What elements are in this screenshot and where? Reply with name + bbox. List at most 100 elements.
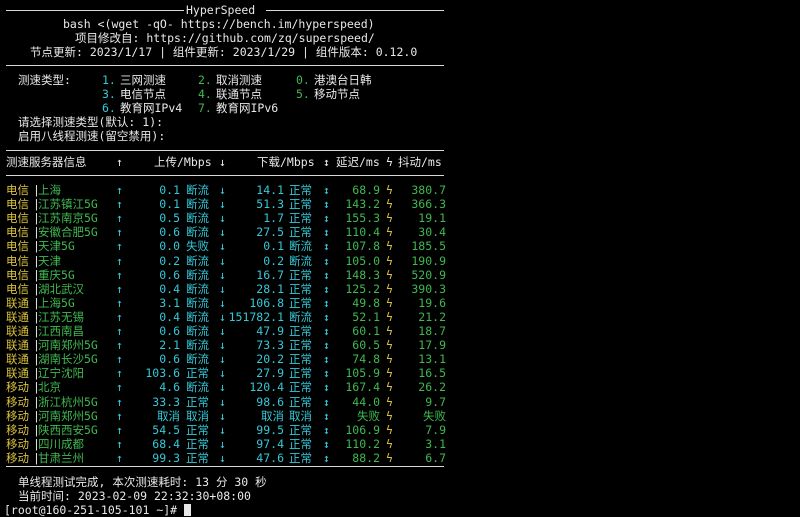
table-row: 电信 | 江苏镇江5G ↑ 0.1 断流 ↓ 51.3 正常 ↕ 143.2 ϟ 366.3 [0, 197, 460, 211]
cell-isp: 电信 [6, 197, 29, 212]
cell-download: 27.5 [256, 225, 284, 240]
cell-latency: 107.8 [345, 239, 380, 254]
cell-latency: 88.2 [352, 450, 380, 465]
latency-icon: ↕ [323, 352, 330, 367]
cell-upload: 4.6 [159, 380, 180, 395]
cell-upload-status: 正常 [186, 450, 209, 465]
cell-latency: 125.2 [345, 281, 380, 296]
cell-upload-status: 断流 [186, 211, 209, 226]
cell-upload-status: 断流 [186, 225, 209, 240]
cell-location: 四川成都 [38, 436, 84, 451]
shell-prompt[interactable]: [root@160-251-105-101 ~]# [4, 503, 192, 517]
cell-location: 湖北武汉 [38, 281, 84, 296]
menu-option-5-num: 5. [296, 87, 310, 101]
table-row: 电信 | 上海 ↑ 0.1 断流 ↓ 14.1 正常 ↕ 68.9 ϟ 380.7 [0, 183, 460, 197]
cell-isp: 移动 [6, 408, 29, 423]
cell-jitter: 190.9 [411, 253, 446, 268]
menu-option-3[interactable]: 电信节点 [120, 87, 166, 101]
cell-jitter: 失败 [423, 408, 446, 423]
cell-upload-status: 断流 [186, 281, 209, 296]
table-row: 联通 | 辽宁沈阳 ↑ 103.6 正常 ↓ 27.9 正常 ↕ 105.9 ϟ 16.5 [0, 366, 460, 380]
jitter-icon: ϟ [386, 408, 393, 423]
menu-option-2[interactable]: 取消测速 [216, 73, 262, 87]
cell-location: 上海5G [38, 295, 75, 310]
cell-download-status: 断流 [289, 239, 312, 254]
cell-download-status: 正常 [289, 324, 312, 338]
cell-upload: 99.3 [152, 450, 180, 465]
cell-upload-status: 断流 [186, 309, 209, 324]
jitter-icon: ϟ [386, 253, 393, 268]
latency-icon: ↕ [323, 338, 330, 353]
menu-option-5[interactable]: 移动节点 [314, 87, 360, 101]
cell-isp: 移动 [6, 394, 29, 409]
cell-upload: 0.1 [159, 183, 180, 197]
jitter-icon: ϟ [386, 422, 393, 437]
cell-location: 江西南昌 [38, 324, 84, 338]
jitter-icon: ϟ [386, 394, 393, 409]
latency-icon: ↕ [323, 197, 330, 212]
menu-option-6[interactable]: 教育网IPv4 [120, 101, 182, 115]
jitter-icon: ϟ [386, 197, 393, 212]
cell-upload: 103.6 [145, 366, 180, 381]
cell-isp: 电信 [6, 281, 29, 296]
cell-isp: 联通 [6, 324, 29, 338]
arrow-down-icon: ↓ [219, 422, 226, 437]
jitter-icon: ϟ [386, 366, 393, 381]
cell-upload: 2.1 [159, 338, 180, 353]
cell-latency: 68.9 [352, 183, 380, 197]
arrow-up-icon: ↑ [116, 338, 123, 353]
jitter-icon: ϟ [386, 380, 393, 395]
footer-current-time: 当前时间: 2023-02-09 22:32:30+08:00 [18, 489, 251, 503]
table-row: 移动 | 甘肃兰州 ↑ 99.3 正常 ↓ 47.6 正常 ↕ 88.2 ϟ 6.7 [0, 451, 460, 465]
cell-latency: 失败 [357, 408, 380, 423]
arrow-up-icon: ↑ [116, 281, 123, 296]
cell-download-status: 正常 [289, 281, 312, 296]
cell-upload-status: 正常 [186, 366, 209, 381]
arrow-down-icon: ↓ [219, 197, 226, 212]
cell-upload-status: 断流 [186, 253, 209, 268]
latency-icon: ↕ [323, 183, 330, 197]
cell-isp: 移动 [6, 450, 29, 465]
cell-isp: 电信 [6, 225, 29, 240]
header-rule-top-right [266, 10, 444, 11]
cell-latency: 148.3 [345, 267, 380, 282]
cell-download: 51.3 [256, 197, 284, 212]
table-row: 电信 | 湖北武汉 ↑ 0.4 断流 ↓ 28.1 正常 ↕ 125.2 ϟ 390.3 [0, 282, 460, 296]
table-row: 电信 | 安徽合肥5G ↑ 0.6 断流 ↓ 27.5 正常 ↕ 110.4 ϟ 30.4 [0, 225, 460, 239]
menu-option-1[interactable]: 三网测速 [120, 73, 166, 87]
cell-download-status: 正常 [289, 352, 312, 367]
cell-download-status: 正常 [289, 394, 312, 409]
table-row: 电信 | 天津5G ↑ 0.0 失败 ↓ 0.1 断流 ↕ 107.8 ϟ 185.5 [0, 239, 460, 253]
arrow-down-icon: ↓ [219, 352, 226, 367]
cell-upload: 0.6 [159, 352, 180, 367]
cell-upload-status: 断流 [186, 197, 209, 212]
menu-option-6-num: 6. [102, 101, 116, 115]
cell-download: 14.1 [256, 183, 284, 197]
cell-location: 安徽合肥5G [38, 225, 98, 240]
cell-location: 江苏南京5G [38, 211, 98, 226]
header-title: HyperSpeed [186, 3, 256, 17]
cell-download: 120.4 [249, 380, 284, 395]
col-download: 下载/Mbps [257, 155, 315, 169]
cell-isp: 联通 [6, 338, 29, 353]
jitter-icon: ϟ [386, 155, 393, 169]
cell-location: 河南郑州5G [38, 338, 98, 353]
cell-download: 28.1 [256, 281, 284, 296]
cell-download-status: 正常 [289, 211, 312, 226]
latency-icon: ↕ [323, 281, 330, 296]
cell-jitter: 18.7 [418, 324, 446, 338]
arrow-up-icon: ↑ [116, 408, 123, 423]
cell-jitter: 6.7 [425, 450, 446, 465]
cell-download: 47.6 [256, 450, 284, 465]
cell-jitter: 13.1 [418, 352, 446, 367]
menu-option-0[interactable]: 港澳台日韩 [314, 73, 372, 87]
cell-download: 取消 [261, 408, 284, 423]
arrow-up-icon: ↑ [116, 324, 123, 338]
menu-option-7[interactable]: 教育网IPv6 [216, 101, 278, 115]
cell-location: 甘肃兰州 [38, 450, 84, 465]
arrow-down-icon: ↓ [219, 239, 226, 254]
jitter-icon: ϟ [386, 211, 393, 226]
menu-option-4[interactable]: 联通节点 [216, 87, 262, 101]
cell-upload: 0.4 [159, 281, 180, 296]
cell-latency: 155.3 [345, 211, 380, 226]
